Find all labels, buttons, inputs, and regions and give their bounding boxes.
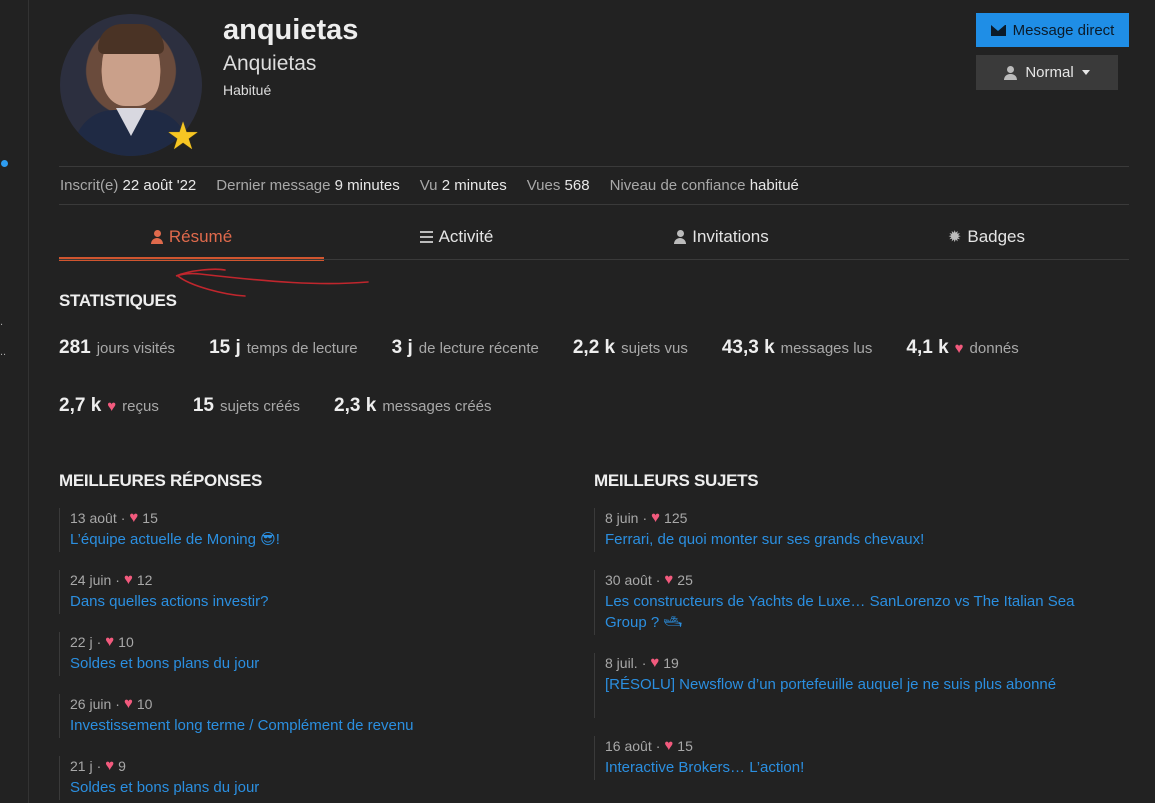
username: anquietas [223, 14, 359, 46]
stat-likes-given: 4,1 k ♥ donnés [906, 337, 1019, 358]
list-item: 8 juil. · ♥ 19 [RÉSOLU] Newsflow d’un porte… [594, 653, 1094, 718]
top-replies-title: MEILLEURES RÉPONSES [59, 471, 263, 490]
list-item: 13 août · ♥ 15 L’équipe actuelle de Moning … [59, 508, 579, 552]
reply-link[interactable]: Investissement long terme / Complément d… [70, 715, 579, 736]
profile-tabs: Résumé Activité Invitations ✹ Badges [59, 214, 1129, 261]
heart-icon: ♥ [664, 571, 674, 588]
tab-summary[interactable]: Résumé [59, 214, 324, 261]
heart-icon: ♥ [651, 509, 661, 526]
sidebar-ellipsis: . [0, 316, 4, 328]
user-meta: Inscrit(e) 22 août '22 Dernier message 9… [60, 177, 799, 194]
meta-views: Vues 568 [526, 177, 590, 194]
full-name: Anquietas [223, 52, 317, 75]
topic-link[interactable]: Interactive Brokers… L’action! [605, 757, 1094, 778]
heart-icon: ♥ [105, 633, 115, 650]
user-title: Habitué [223, 82, 272, 98]
notification-level-dropdown[interactable]: Normal [976, 55, 1118, 90]
heart-icon: ♥ [123, 695, 133, 712]
meta-joined: Inscrit(e) 22 août '22 [60, 177, 197, 194]
user-icon [1004, 65, 1018, 80]
tab-badges[interactable]: ✹ Badges [854, 214, 1119, 260]
message-direct-button[interactable]: Message direct [976, 13, 1129, 47]
divider [59, 204, 1129, 205]
chevron-down-icon [1081, 70, 1090, 75]
list-item: 30 août · ♥ 25 Les constructeurs de Yachts … [594, 570, 1094, 635]
stat-posts-read: 43,3 k messages lus [721, 337, 873, 358]
divider [59, 259, 1129, 260]
heart-icon: ♥ [107, 398, 117, 415]
list-item: 26 juin · ♥ 10 Investissement long terme / … [59, 694, 579, 738]
tab-label: Résumé [168, 227, 233, 246]
user-plus-icon [674, 230, 687, 244]
reply-link[interactable]: Soldes et bons plans du jour [70, 653, 579, 674]
sunglasses-emoji-icon: 😎 [260, 531, 276, 548]
list-item: 8 juin · ♥ 125 Ferrari, de quoi monter sur … [594, 508, 1094, 552]
badge-icon: ✹ [947, 229, 962, 246]
top-replies-list: 13 août · ♥ 15 L’équipe actuelle de Moning … [59, 508, 579, 800]
stat-likes-received: 2,7 k ♥ reçus [59, 395, 159, 416]
user-icon [150, 230, 163, 244]
stats-title: STATISTIQUES [59, 291, 177, 310]
heart-icon: ♥ [123, 571, 133, 588]
top-topics-title: MEILLEURS SUJETS [594, 471, 759, 490]
reply-link[interactable]: L’équipe actuelle de Moning 😎! [70, 529, 579, 550]
stat-recent-read-time: 3 j de lecture récente [391, 337, 539, 358]
annotation-arrow [175, 268, 369, 297]
list-item: 24 juin · ♥ 12 Dans quelles actions investi… [59, 570, 579, 614]
heart-icon: ♥ [129, 509, 139, 526]
sidebar-ellipsis: .. [0, 346, 7, 358]
notification-level-label: Normal [1025, 64, 1074, 81]
topic-link[interactable]: [RÉSOLU] Newsflow d’un portefeuille auqu… [605, 674, 1094, 695]
stat-posts-created: 2,3 k messages créés [334, 395, 492, 416]
tab-activity[interactable]: Activité [324, 214, 589, 260]
tab-label: Activité [438, 227, 494, 246]
reply-link[interactable]: Soldes et bons plans du jour [70, 777, 579, 798]
top-topics-list: 8 juin · ♥ 125 Ferrari, de quoi monter sur … [594, 508, 1094, 780]
list-item: 21 j · ♥ 9 Soldes et bons plans du jour [59, 756, 579, 800]
topic-link[interactable]: Les constructeurs de Yachts de Luxe… San… [605, 591, 1094, 633]
tab-label: Invitations [692, 227, 769, 246]
star-icon: ★ [166, 116, 201, 158]
reply-link[interactable]: Dans quelles actions investir? [70, 591, 579, 612]
stats-row-1: 281 jours visités 15 j temps de lecture 3 … [59, 337, 1139, 359]
meta-last-post: Dernier message 9 minutes [216, 177, 400, 194]
heart-icon: ♥ [954, 340, 964, 357]
message-direct-label: Message direct [1012, 21, 1115, 39]
divider [59, 166, 1129, 167]
heart-icon: ♥ [664, 737, 674, 754]
topic-link[interactable]: Ferrari, de quoi monter sur ses grands c… [605, 529, 1094, 550]
sidebar-unread-dot [1, 160, 8, 167]
stat-topics-viewed: 2,2 k sujets vus [572, 337, 688, 358]
stat-days-visited: 281 jours visités [59, 337, 176, 358]
heart-icon: ♥ [650, 654, 660, 671]
sidebar-edge [0, 0, 29, 803]
list-item: 16 août · ♥ 15 Interactive Brokers… L’actio… [594, 736, 1094, 780]
list-icon [419, 231, 433, 243]
ship-emoji-icon: 🛥 [663, 614, 683, 631]
stat-read-time: 15 j temps de lecture [209, 337, 358, 358]
meta-trust-level: Niveau de confiance habitué [609, 177, 799, 194]
stats-row-2: 2,7 k ♥ reçus 15 sujets créés 2,3 k messages… [59, 395, 1139, 417]
tab-invitations[interactable]: Invitations [589, 214, 854, 260]
envelope-icon [990, 24, 1006, 36]
heart-icon: ♥ [105, 757, 115, 774]
tab-label: Badges [967, 227, 1026, 246]
stat-topics-created: 15 sujets créés [192, 395, 301, 416]
list-item: 22 j · ♥ 10 Soldes et bons plans du jour [59, 632, 579, 676]
meta-seen: Vu 2 minutes [419, 177, 507, 194]
